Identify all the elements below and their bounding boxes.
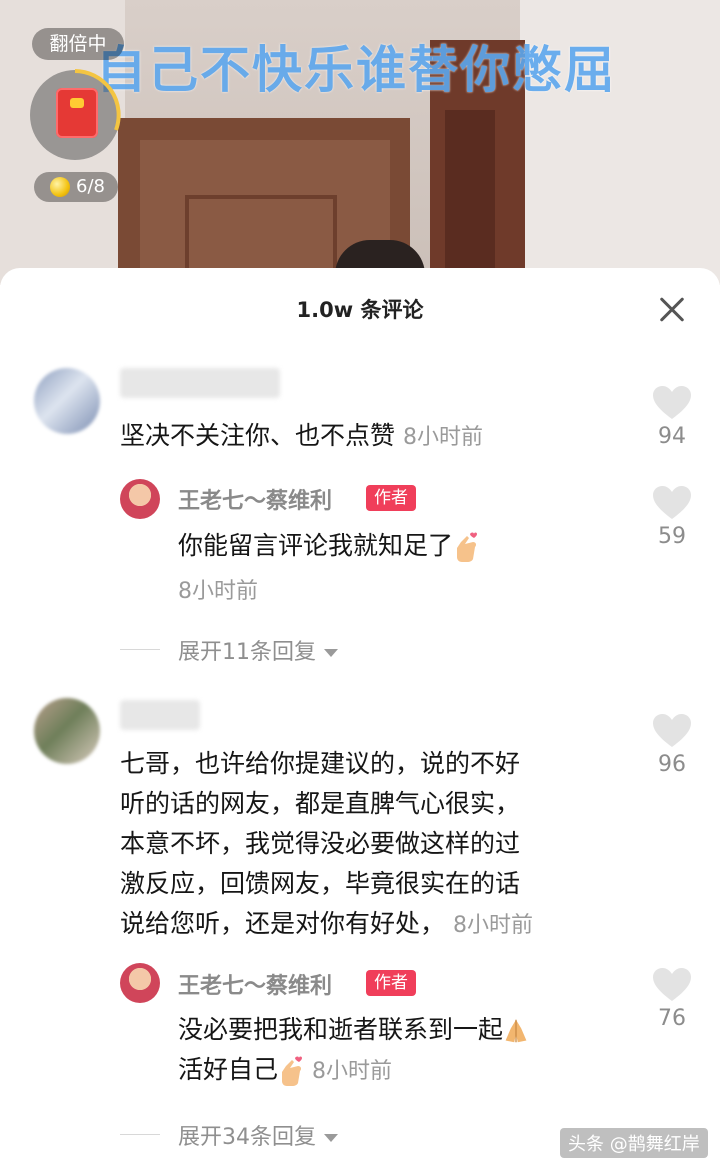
comment-text[interactable]: 七哥，也许给你提建议的，说的不好 听的话的网友，都是直脾气心很实， 本意不坏，我…	[120, 744, 533, 946]
close-icon[interactable]	[650, 288, 694, 332]
like-count: 94	[658, 424, 686, 449]
heart-icon	[653, 486, 691, 519]
coin-progress: 6/8	[76, 176, 105, 197]
author-name[interactable]: 王老七～蔡维利	[178, 968, 332, 1000]
coin-icon	[50, 177, 70, 197]
comment-line: 本意不坏，我觉得没必要做这样的过	[120, 829, 521, 858]
expand-replies[interactable]: 展开11条回复	[178, 634, 338, 666]
comment-time: 8小时前	[452, 913, 533, 938]
comment-count-title: 1.0w 条评论	[296, 298, 424, 322]
like-button[interactable]: 59	[642, 486, 702, 549]
comment-time: 8小时前	[402, 425, 483, 450]
author-avatar[interactable]	[120, 479, 160, 519]
author-name[interactable]: 王老七～蔡维利	[178, 483, 332, 515]
reply-text[interactable]: 你能留言评论我就知足了	[178, 526, 479, 566]
finger-heart-emoji	[282, 1056, 303, 1086]
comment-line: 听的话的网友，都是直脾气心很实，	[120, 789, 521, 818]
expand-replies[interactable]: 展开34条回复	[178, 1119, 338, 1151]
comment-line: 说给您听，还是对你有好处，	[120, 909, 446, 938]
caret-down-icon	[324, 649, 338, 657]
heart-icon	[653, 714, 691, 747]
author-avatar[interactable]	[120, 963, 160, 1003]
pray-emoji	[505, 1019, 527, 1043]
heart-icon	[653, 386, 691, 419]
username-blurred[interactable]	[120, 368, 280, 398]
like-button[interactable]: 94	[642, 386, 702, 449]
finger-heart-emoji	[457, 532, 478, 562]
caret-down-icon	[324, 1134, 338, 1142]
reply-text[interactable]: 没必要把我和逝者联系到一起 活好自己 8小时前	[178, 1010, 529, 1092]
reply-time: 8小时前	[178, 579, 258, 604]
like-count: 96	[658, 752, 686, 777]
comment-body: 坚决不关注你、也不点赞	[120, 421, 396, 450]
like-button[interactable]: 76	[642, 968, 702, 1031]
red-packet-icon[interactable]	[56, 88, 98, 138]
username-blurred[interactable]	[120, 700, 200, 730]
comment-line: 七哥，也许给你提建议的，说的不好	[120, 749, 521, 778]
divider	[120, 1134, 160, 1135]
heart-icon	[653, 968, 691, 1001]
door-opening	[445, 110, 495, 285]
reply-line: 没必要把我和逝者联系到一起	[178, 1015, 504, 1044]
like-count: 59	[658, 524, 686, 549]
double-reward-badge: 翻倍中	[32, 28, 124, 60]
divider	[120, 649, 160, 650]
coin-progress-badge: 6/8	[34, 172, 118, 202]
video-caption: 自己不快乐谁替你憋屈	[96, 41, 616, 99]
author-badge: 作者	[366, 970, 416, 996]
avatar[interactable]	[34, 368, 100, 434]
avatar[interactable]	[34, 698, 100, 764]
comment-line: 激反应，回馈网友，毕竟很实在的话	[120, 869, 521, 898]
watermark: 头条 @鹊舞红岸	[560, 1128, 708, 1158]
author-badge: 作者	[366, 485, 416, 511]
expand-replies-label: 展开34条回复	[178, 1125, 316, 1150]
like-button[interactable]: 96	[642, 714, 702, 777]
reply-time: 8小时前	[311, 1059, 392, 1084]
comment-sheet: 1.0w 条评论 坚决不关注你、也不点赞 8小时前 94 王老七～蔡维利 作者 …	[0, 268, 720, 1170]
expand-replies-label: 展开11条回复	[178, 640, 316, 665]
like-count: 76	[658, 1006, 686, 1031]
comment-text[interactable]: 坚决不关注你、也不点赞 8小时前	[120, 416, 483, 458]
reply-line: 活好自己	[178, 1055, 279, 1084]
reply-body: 你能留言评论我就知足了	[178, 531, 454, 560]
